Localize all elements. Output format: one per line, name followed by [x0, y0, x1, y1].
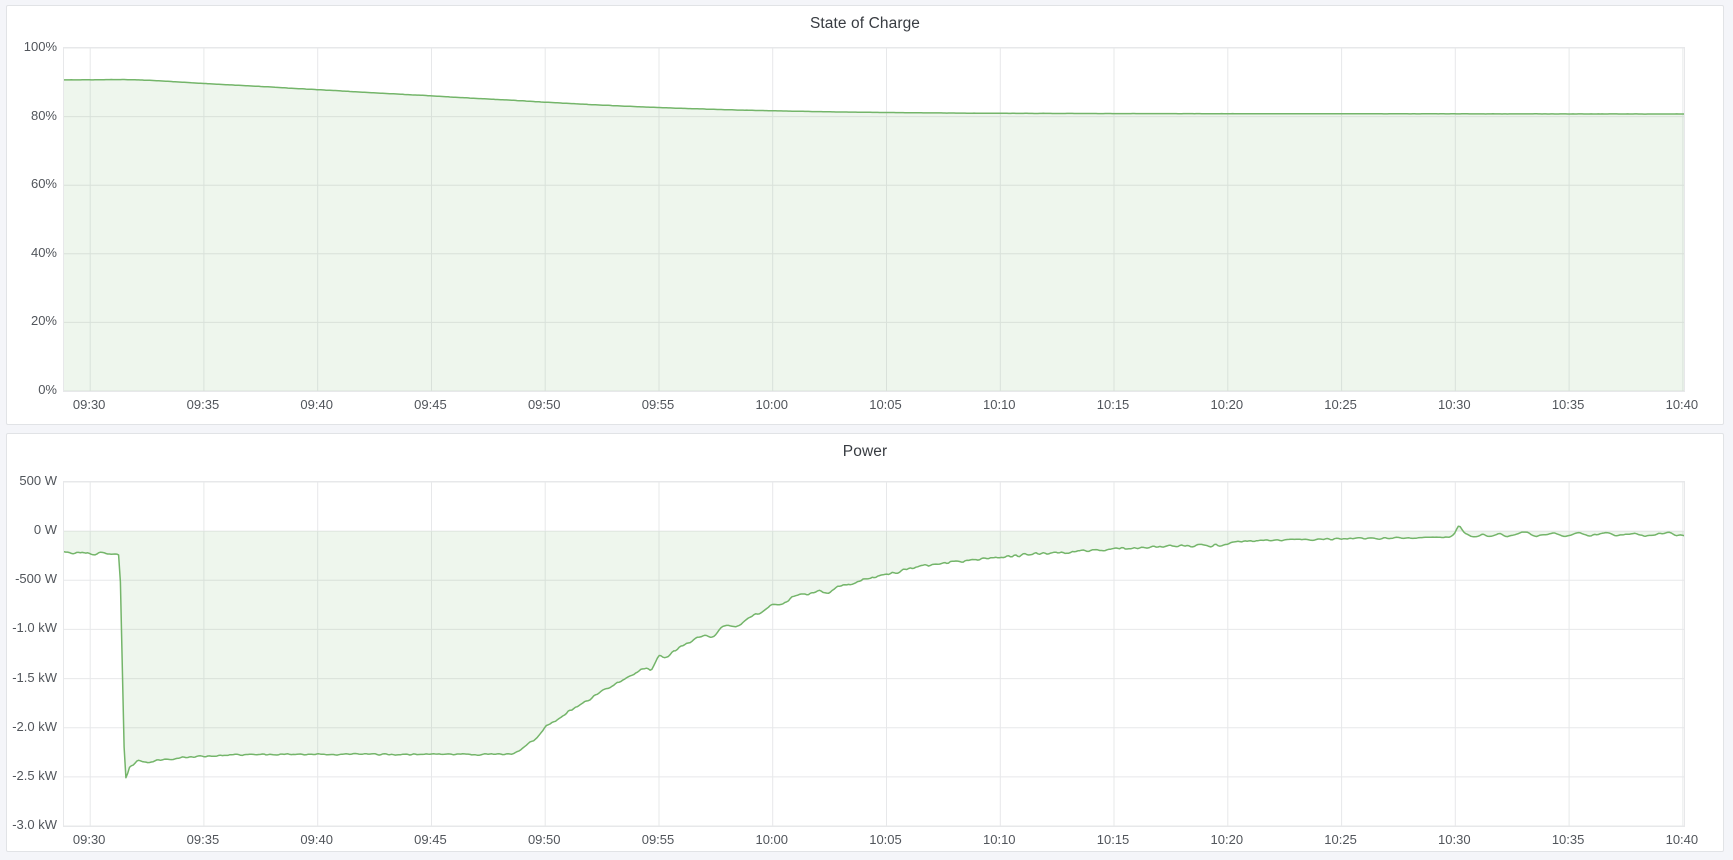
x-axis-tick-label: 10:30 [1438, 833, 1471, 847]
x-axis-tick-label: 10:20 [1211, 833, 1244, 847]
x-axis-tick-label: 09:50 [528, 833, 561, 847]
x-axis-tick-label: 09:55 [642, 398, 675, 412]
y-axis-tick-label: -1.5 kW [9, 671, 57, 685]
soc-panel: State of Charge 100%80%60%40%20%0%09:300… [6, 5, 1724, 425]
power-panel: Power 500 W0 W-500 W-1.0 kW-1.5 kW-2.0 k… [6, 433, 1724, 852]
x-axis-tick-label: 10:15 [1097, 398, 1130, 412]
y-axis-tick-label: -1.0 kW [9, 621, 57, 635]
x-axis-tick-label: 10:10 [983, 398, 1016, 412]
x-axis-tick-label: 10:40 [1666, 398, 1699, 412]
x-axis-tick-label: 10:05 [869, 398, 902, 412]
power-chart: 500 W 0 W -500 W -1.0 kW -1.5 kW -2.0 kW -2.5 … [7, 434, 1723, 851]
x-axis-tick-label: 10:00 [755, 833, 788, 847]
y-axis-tick-label: 60% [9, 177, 57, 191]
y-axis-tick-label: -3.0 kW [9, 818, 57, 832]
y-axis-tick-label: 0 W [9, 523, 57, 537]
y-axis-tick-label: -2.0 kW [9, 720, 57, 734]
x-axis-tick-label: 10:35 [1552, 398, 1585, 412]
x-axis-tick-label: 10:25 [1324, 398, 1357, 412]
power-plot-area[interactable] [63, 481, 1685, 827]
state-of-charge-plot-area[interactable] [63, 47, 1685, 392]
y-axis-tick-label: -500 W [9, 572, 57, 586]
y-axis-tick-label: 40% [9, 246, 57, 260]
series-area-fill [64, 526, 1684, 777]
y-axis-tick-label: 100% [9, 40, 57, 54]
x-axis-tick-label: 10:05 [869, 833, 902, 847]
x-axis-tick-label: 09:45 [414, 398, 447, 412]
y-axis-tick-label: 0% [9, 383, 57, 397]
x-axis-tick-label: 09:50 [528, 398, 561, 412]
timeseries-svg [64, 48, 1684, 391]
y-axis-tick-label: 500 W [9, 474, 57, 488]
x-axis-tick-label: 10:00 [755, 398, 788, 412]
soc-chart: 100% 80% 60% 40% 20% 0% 09:30 09:35 09:40 09:45 09… [7, 6, 1723, 424]
x-axis-tick-label: 10:40 [1666, 833, 1699, 847]
x-axis-tick-label: 10:20 [1211, 398, 1244, 412]
series-area-fill [64, 80, 1684, 392]
x-axis-tick-label: 10:35 [1552, 833, 1585, 847]
x-axis-tick-label: 10:10 [983, 833, 1016, 847]
x-axis-tick-label: 09:35 [187, 398, 220, 412]
x-axis-tick-label: 09:55 [642, 833, 675, 847]
x-axis-tick-label: 10:30 [1438, 398, 1471, 412]
x-axis-tick-label: 10:15 [1097, 833, 1130, 847]
x-axis-tick-label: 09:40 [300, 398, 333, 412]
x-axis-tick-label: 09:30 [73, 398, 106, 412]
x-axis-tick-label: 09:30 [73, 833, 106, 847]
x-axis-tick-label: 09:45 [414, 833, 447, 847]
x-axis-tick-label: 09:40 [300, 833, 333, 847]
x-axis-tick-label: 10:25 [1324, 833, 1357, 847]
y-axis-tick-label: 20% [9, 314, 57, 328]
y-axis-tick-label: -2.5 kW [9, 769, 57, 783]
timeseries-svg [64, 482, 1684, 826]
y-axis-tick-label: 80% [9, 109, 57, 123]
x-axis-tick-label: 09:35 [187, 833, 220, 847]
